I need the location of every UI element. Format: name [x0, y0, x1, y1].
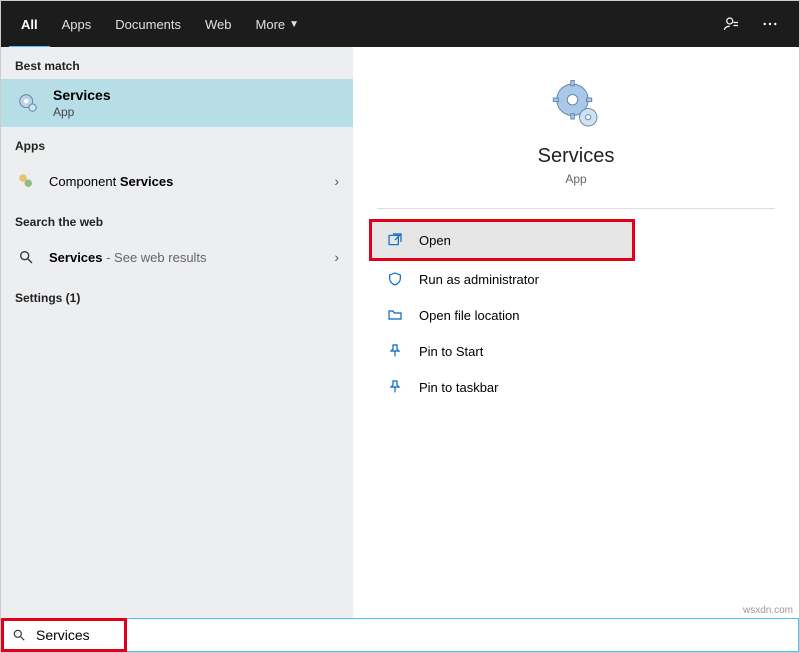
action-label: Pin to taskbar — [419, 380, 499, 395]
chevron-right-icon: › — [334, 173, 339, 189]
best-match-header: Best match — [1, 47, 353, 79]
action-open-location[interactable]: Open file location — [353, 297, 799, 333]
services-gear-icon — [15, 90, 41, 116]
preview-title: Services — [538, 145, 615, 168]
preview-subtitle: App — [565, 172, 586, 186]
best-match-subtitle: App — [53, 105, 111, 119]
search-icon — [15, 246, 37, 268]
search-tabs: All Apps Documents Web More ▼ — [1, 1, 799, 47]
component-services-icon — [15, 170, 37, 192]
web-bold: Services — [49, 250, 103, 265]
pin-icon — [385, 341, 405, 361]
pin-icon — [385, 377, 405, 397]
preview-header: Services App — [353, 67, 799, 208]
action-label: Open — [419, 233, 451, 248]
result-web-services[interactable]: Services - See web results › — [1, 235, 353, 279]
action-pin-taskbar[interactable]: Pin to taskbar — [353, 369, 799, 405]
best-match-title: Services — [53, 87, 111, 103]
watermark: wsxdn.com — [743, 605, 793, 616]
tab-more-label: More — [256, 17, 286, 32]
result-component-services[interactable]: Component Services › — [1, 159, 353, 203]
tab-web[interactable]: Web — [193, 1, 244, 47]
chevron-down-icon: ▼ — [289, 19, 299, 30]
action-label: Run as administrator — [419, 272, 539, 287]
tab-all[interactable]: All — [9, 0, 50, 49]
action-open[interactable]: Open — [372, 222, 632, 258]
result-label: Component Services — [49, 174, 334, 189]
settings-header: Settings (1) — [1, 279, 353, 311]
highlight-open: Open — [369, 219, 635, 261]
tabs-right — [719, 11, 791, 37]
more-options-icon[interactable] — [757, 11, 783, 37]
shield-icon — [385, 269, 405, 289]
tab-documents[interactable]: Documents — [103, 1, 193, 47]
result-label: Services - See web results — [49, 250, 334, 265]
preview-panel: Services App Open Run a — [353, 47, 799, 618]
divider — [377, 208, 775, 209]
search-box-highlight — [1, 618, 127, 652]
action-pin-start[interactable]: Pin to Start — [353, 333, 799, 369]
search-input-extended[interactable] — [127, 618, 799, 652]
windows-search-popup: All Apps Documents Web More ▼ Best match — [0, 0, 800, 653]
search-web-header: Search the web — [1, 203, 353, 235]
open-icon — [385, 230, 405, 250]
action-label: Pin to Start — [419, 344, 483, 359]
folder-icon — [385, 305, 405, 325]
actions-list: Open Run as administrator Open file loca… — [353, 213, 799, 405]
component-bold: Services — [120, 174, 174, 189]
tab-apps[interactable]: Apps — [50, 1, 104, 47]
component-prefix: Component — [49, 174, 120, 189]
services-large-icon — [548, 77, 604, 133]
best-match-text: Services App — [53, 87, 111, 119]
web-suffix: - See web results — [103, 250, 207, 265]
apps-header: Apps — [1, 127, 353, 159]
results-panel: Best match Services App Apps — [1, 47, 353, 618]
best-match-item[interactable]: Services App — [1, 79, 353, 127]
tab-more[interactable]: More ▼ — [244, 1, 312, 47]
action-label: Open file location — [419, 308, 519, 323]
body: Best match Services App Apps — [1, 47, 799, 618]
search-input[interactable] — [34, 626, 118, 644]
search-bar — [1, 618, 799, 652]
chevron-right-icon: › — [334, 249, 339, 265]
action-run-admin[interactable]: Run as administrator — [353, 261, 799, 297]
search-icon — [12, 628, 26, 642]
feedback-icon[interactable] — [719, 11, 745, 37]
